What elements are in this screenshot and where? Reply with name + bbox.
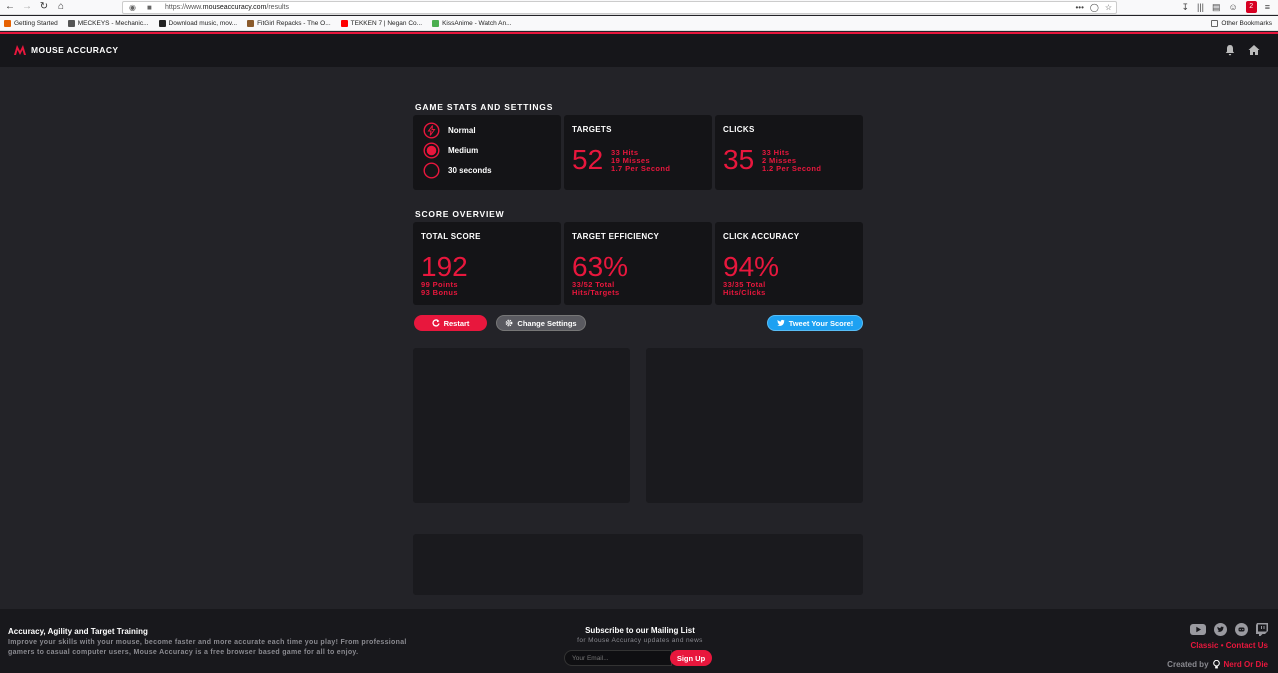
sidebar-icon[interactable]: ▤ [1212,1,1221,13]
extension-badge-icon[interactable]: 2 [1245,1,1257,13]
bookmark-favicon-icon [4,20,11,27]
bookmark-favicon-icon [158,20,166,27]
download-icon[interactable]: ↧ [1181,1,1189,13]
reload-icon[interactable]: ↻ [38,1,50,13]
bookmark-item[interactable]: MECKEYS - Mechanic... [67,16,149,31]
library-icon[interactable]: ||| [1197,1,1204,13]
click-accuracy-card: CLICK ACCURACY 94% 33/35 Total Hits/Clic… [715,222,863,305]
bookmark-item[interactable]: TEKKEN 7 | Negan Co... [340,16,422,31]
discord-icon[interactable] [1235,623,1248,636]
bookmark-star-icon[interactable]: ☆ [1105,2,1112,14]
bookmark-item[interactable]: FitGirl Repacks - The O... [247,16,331,31]
sign-up-button[interactable]: Sign Up [670,650,712,666]
page-actions-icon[interactable]: ••• [1075,2,1083,14]
bookmarks-bar: Getting Started MECKEYS - Mechanic... Down… [0,16,1278,31]
stats-section-title: GAME STATS AND SETTINGS [415,102,554,112]
logo-text: MOUSE ACCURACY [31,45,119,55]
change-settings-button[interactable]: Change Settings [496,315,586,331]
target-efficiency-value: 63% [572,251,629,282]
other-bookmarks[interactable]: Other Bookmarks [1211,16,1272,31]
targets-details: 33 Hits 19 Misses 1.7 Per Second [611,148,671,173]
gear-icon [506,319,513,327]
address-bar[interactable]: ◉ ■ https://www.mouseaccuracy.com/result… [122,1,1117,14]
bookmark-item[interactable]: KissAnime - Watch An... [432,16,512,31]
timer-icon [423,162,440,179]
site-logo[interactable]: MOUSE ACCURACY [14,45,118,55]
shield-icon: ◉ [129,3,136,12]
twitter-icon[interactable] [1214,623,1227,636]
url-text: https://www.mouseaccuracy.com/results [165,4,289,11]
setting-size: Medium [423,142,478,159]
total-score-details: 99 Points 93 Bonus [421,280,458,297]
back-icon[interactable]: ← [4,1,16,13]
target-efficiency-card: TARGET EFFICIENCY 63% 33/52 Total Hits/T… [564,222,712,305]
bookmark-favicon-icon [67,20,75,27]
credit-line: Created by Nerd Or Die [1167,660,1268,669]
pocket-icon[interactable]: ◯ [1090,2,1099,14]
target-efficiency-details: 33/52 Total Hits/Targets [572,280,620,297]
ad-panel [413,534,863,595]
clicks-card: CLICKS 35 33 Hits 2 Misses 1.2 Per Secon… [715,115,863,190]
classic-link[interactable]: Classic [1190,641,1218,650]
browser-toolbar: ← → ↻ ⌂ ◉ ■ https://www.mouseaccuracy.co… [0,0,1278,15]
setting-duration: 30 seconds [423,162,492,179]
restart-icon [432,319,440,327]
clicks-value: 35 [723,144,755,175]
social-links [1190,623,1268,636]
chart-panel-left [413,348,630,503]
app-header: MOUSE ACCURACY [0,34,1278,67]
clicks-title: CLICKS [723,125,755,134]
nerd-or-die-logo-icon [1212,660,1220,669]
mailing-list-title: Subscribe to our Mailing List [585,626,695,635]
total-score-card: TOTAL SCORE 192 99 Points 93 Bonus [413,222,561,305]
forward-icon[interactable]: → [21,1,33,13]
targets-value: 52 [572,144,604,175]
tweet-score-button[interactable]: Tweet Your Score! [767,315,863,331]
setting-speed: Normal [423,122,476,139]
click-accuracy-value: 94% [723,251,780,282]
bookmark-favicon-icon [340,20,348,27]
bookmark-item[interactable]: Getting Started [4,16,58,31]
contact-link[interactable]: Contact Us [1226,641,1268,650]
lightning-icon [423,122,440,139]
total-score-value: 192 [421,251,468,282]
twitter-icon [776,319,785,326]
bookmark-favicon-icon [432,20,440,27]
target-size-icon [423,142,440,159]
footer-description: Improve your skills with your mouse, bec… [8,639,407,656]
click-accuracy-details: 33/35 Total Hits/Clicks [723,280,766,297]
bookmark-item[interactable]: Download music, mov... [158,16,237,31]
twitch-icon[interactable] [1256,623,1268,636]
home-icon[interactable]: ⌂ [55,1,67,13]
footer-title: Accuracy, Agility and Target Training [8,627,148,636]
email-field[interactable] [564,650,672,666]
nerd-or-die-link[interactable]: Nerd Or Die [1224,660,1268,669]
chart-panel-right [646,348,863,503]
lock-icon: ■ [147,3,152,12]
targets-title: TARGETS [572,125,612,134]
restart-button[interactable]: Restart [414,315,487,331]
site-footer: Accuracy, Agility and Target Training Im… [0,609,1278,673]
bell-icon[interactable] [1224,44,1236,56]
footer-links: Classic • Contact Us [1190,641,1268,650]
score-section-title: SCORE OVERVIEW [415,209,505,219]
account-icon[interactable]: ☺ [1229,1,1238,13]
settings-card: Normal Medium 30 seconds [413,115,561,190]
home-icon[interactable] [1248,44,1260,56]
folder-icon [1211,20,1219,27]
logo-mark-icon [14,45,26,55]
clicks-details: 33 Hits 2 Misses 1.2 Per Second [762,148,822,173]
menu-icon[interactable]: ≡ [1265,1,1270,13]
mailing-list-subtitle: for Mouse Accuracy updates and news [577,637,703,644]
youtube-icon[interactable] [1190,623,1206,636]
bookmark-favicon-icon [247,20,255,27]
targets-card: TARGETS 52 33 Hits 19 Misses 1.7 Per Sec… [564,115,712,190]
